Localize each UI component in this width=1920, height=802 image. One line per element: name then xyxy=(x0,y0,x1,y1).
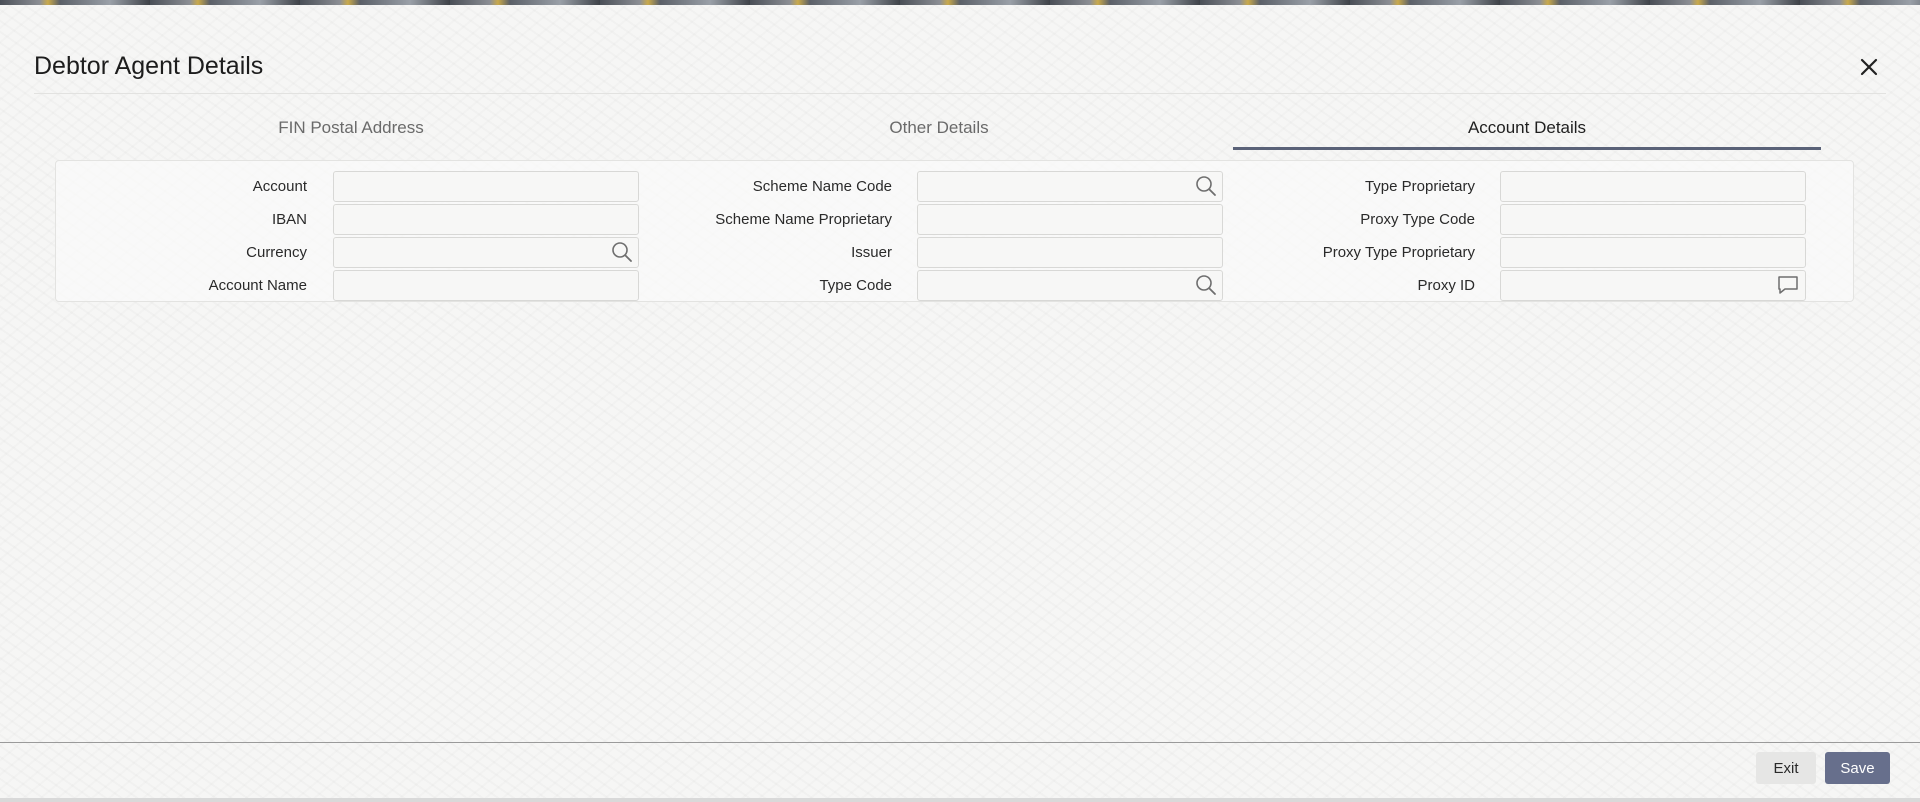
tab-fin-postal-address[interactable]: FIN Postal Address xyxy=(57,108,645,150)
search-icon xyxy=(612,242,632,262)
proxy-id-input[interactable] xyxy=(1500,270,1806,301)
search-icon xyxy=(1196,176,1216,196)
dialog-title: Debtor Agent Details xyxy=(34,52,264,80)
account-name-label: Account Name xyxy=(208,277,307,294)
currency-search-button[interactable] xyxy=(610,240,634,264)
tab-other-details[interactable]: Other Details xyxy=(645,108,1233,150)
proxy-type-proprietary-label: Proxy Type Proprietary xyxy=(1322,244,1475,261)
type-proprietary-label: Type Proprietary xyxy=(1364,178,1475,195)
top-banner xyxy=(0,0,1920,5)
proxy-type-code-input[interactable] xyxy=(1500,204,1806,235)
close-button[interactable] xyxy=(1856,54,1882,80)
iban-input[interactable] xyxy=(333,204,639,235)
proxy-id-narrative-button[interactable] xyxy=(1776,273,1800,297)
issuer-input[interactable] xyxy=(917,237,1223,268)
footer-divider xyxy=(0,742,1920,743)
account-name-input[interactable] xyxy=(333,270,639,301)
scheme-name-code-label: Scheme Name Code xyxy=(752,178,892,195)
proxy-type-code-label: Proxy Type Code xyxy=(1360,211,1475,228)
comment-icon xyxy=(1778,276,1798,294)
title-divider xyxy=(34,93,1886,94)
scheme-name-proprietary-label: Scheme Name Proprietary xyxy=(715,211,892,228)
type-code-label: Type Code xyxy=(819,277,892,294)
currency-input[interactable] xyxy=(333,237,639,268)
proxy-type-proprietary-input[interactable] xyxy=(1500,237,1806,268)
account-label: Account xyxy=(252,178,307,195)
save-button[interactable]: Save xyxy=(1825,752,1890,784)
scheme-name-proprietary-input[interactable] xyxy=(917,204,1223,235)
proxy-id-label: Proxy ID xyxy=(1417,277,1475,294)
bottom-strip xyxy=(0,798,1920,802)
close-icon xyxy=(1860,58,1878,76)
search-icon xyxy=(1196,275,1216,295)
tab-account-details[interactable]: Account Details xyxy=(1233,108,1821,150)
exit-button[interactable]: Exit xyxy=(1756,752,1816,784)
type-code-input[interactable] xyxy=(917,270,1223,301)
iban-label: IBAN xyxy=(271,211,307,228)
type-code-search-button[interactable] xyxy=(1194,273,1218,297)
scheme-name-code-search-button[interactable] xyxy=(1194,174,1218,198)
tab-bar: FIN Postal Address Other Details Account… xyxy=(57,108,1821,150)
type-proprietary-input[interactable] xyxy=(1500,171,1806,202)
issuer-label: Issuer xyxy=(851,244,892,261)
scheme-name-code-input[interactable] xyxy=(917,171,1223,202)
currency-label: Currency xyxy=(246,244,307,261)
account-input[interactable] xyxy=(333,171,639,202)
